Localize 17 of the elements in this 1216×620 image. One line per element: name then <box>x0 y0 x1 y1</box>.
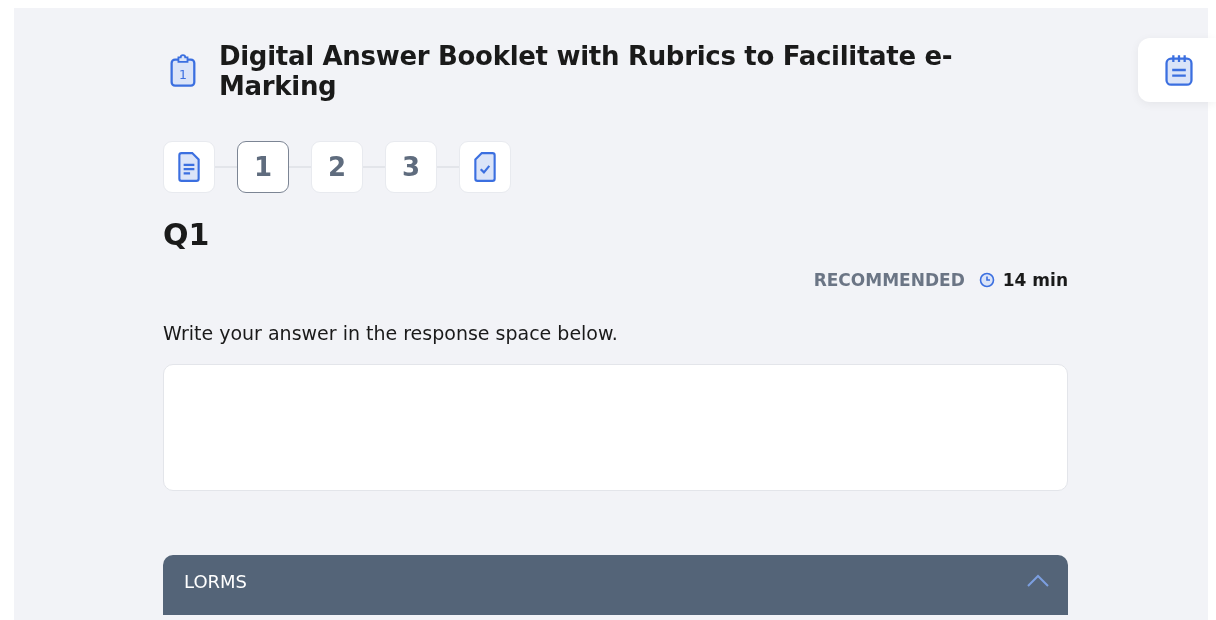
question-step[interactable]: 1 <box>237 141 289 193</box>
clock-icon <box>978 272 995 288</box>
instructions-step[interactable] <box>163 141 215 193</box>
chevron-icon <box>1026 574 1050 588</box>
answer-instruction: Write your answer in the response space below. <box>163 322 619 344</box>
document-icon <box>176 152 202 182</box>
question-step[interactable]: 2 <box>311 141 363 193</box>
recommended-time: 14 min <box>1002 270 1068 290</box>
recommended-label: RECOMMENDED <box>813 270 965 290</box>
booklet-title: Digital Answer Booklet with Rubrics to Facilitate e-Marking <box>218 41 954 101</box>
notepad-icon <box>1163 53 1195 87</box>
question-title: Q1 <box>163 217 211 252</box>
notes-button[interactable] <box>1138 38 1216 102</box>
question-step[interactable]: 3 <box>385 141 437 193</box>
review-step[interactable] <box>459 141 511 193</box>
document-check-icon <box>472 152 498 182</box>
lorms-accordion-header[interactable]: LORMS <box>163 555 1068 615</box>
